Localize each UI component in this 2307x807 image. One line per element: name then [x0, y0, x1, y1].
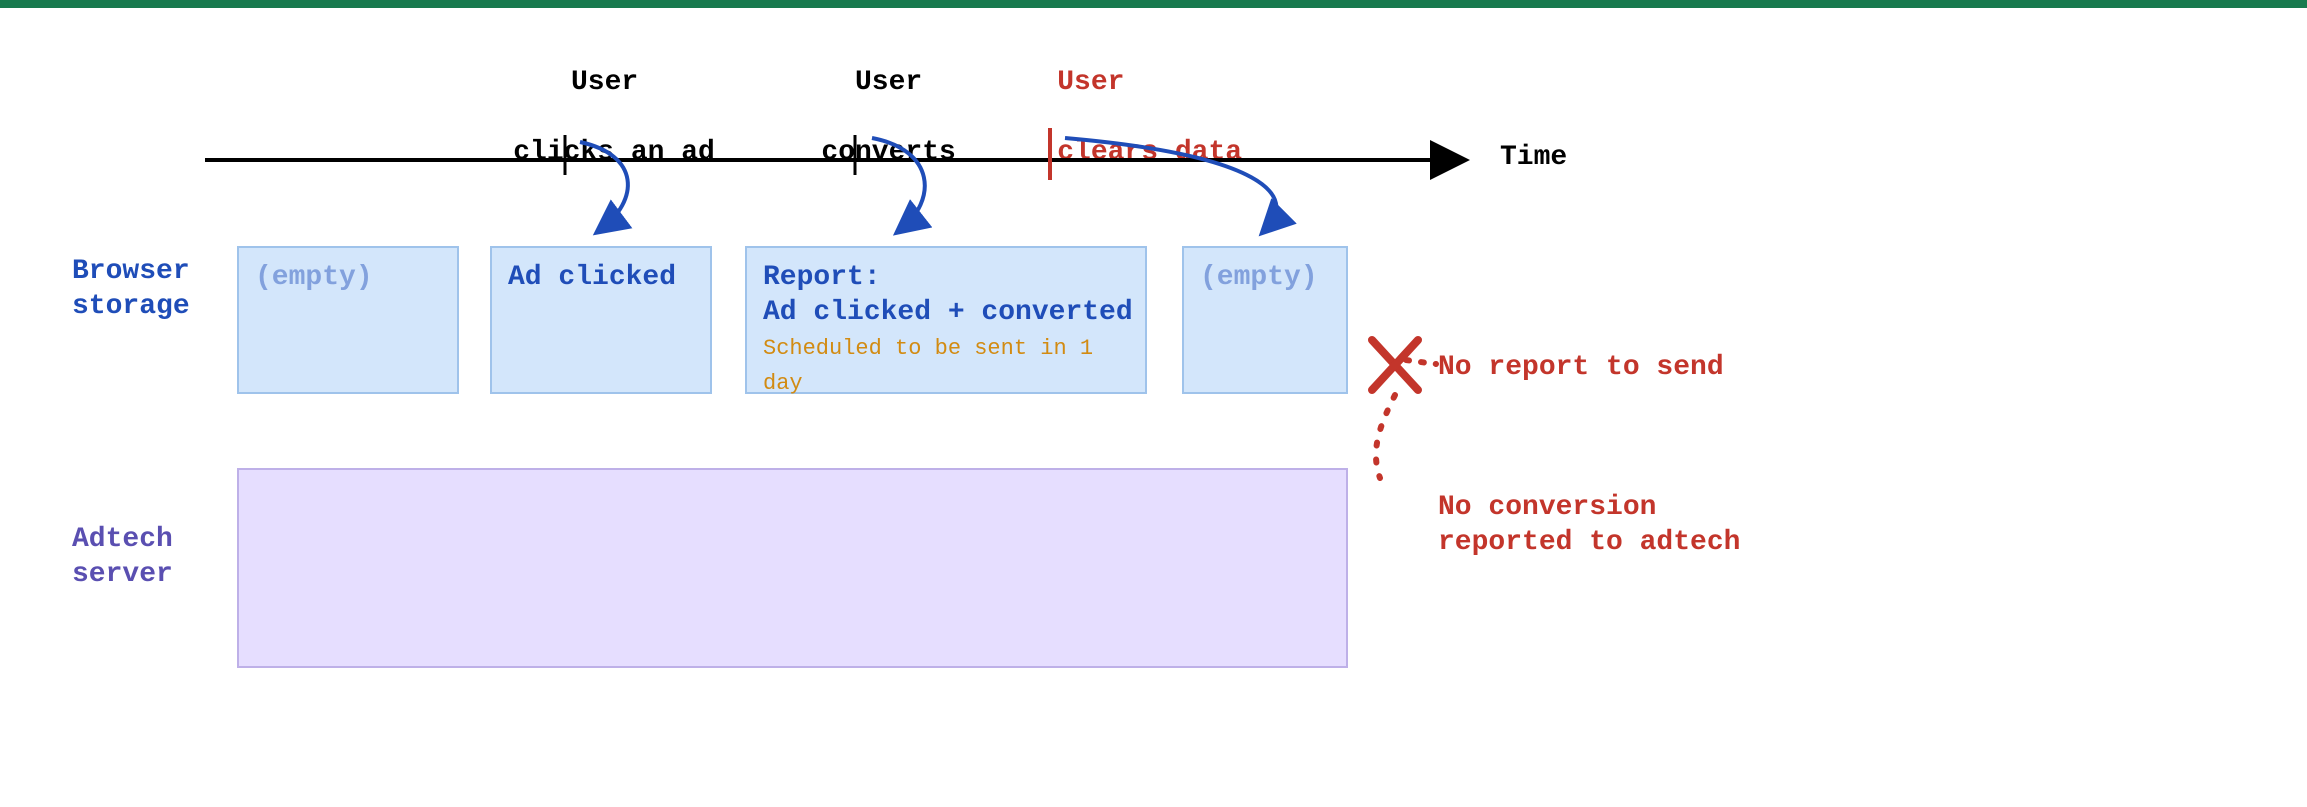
browser-box-cleared: (empty)	[1182, 246, 1348, 394]
browser-box-report-text: Report: Ad clicked + converted	[763, 262, 1133, 328]
event-clear-line2: clears data	[1057, 137, 1242, 168]
event-convert-label: User converts	[750, 30, 960, 205]
adtech-server-box	[237, 468, 1348, 668]
event-click-label: User clicks an ad	[446, 30, 696, 205]
browser-box-adclicked-text: Ad clicked	[508, 262, 676, 293]
time-axis-label: Time	[1500, 140, 1567, 175]
row-label-adtech: Adtech server	[72, 522, 173, 592]
event-clear-line1: User	[1057, 67, 1124, 98]
event-convert-line2: converts	[821, 137, 955, 168]
browser-box-initial-text: (empty)	[255, 262, 373, 293]
event-clear-label: User clears data	[990, 30, 1250, 205]
browser-box-cleared-text: (empty)	[1200, 262, 1318, 293]
event-click-line2: clicks an ad	[513, 137, 715, 168]
diagram-canvas: User clicks an ad User converts User cle…	[0, 0, 2307, 807]
event-click-line1: User	[571, 67, 638, 98]
browser-box-adclicked: Ad clicked	[490, 246, 712, 394]
outcome-no-conversion: No conversion reported to adtech	[1438, 490, 1740, 560]
outcome-no-report: No report to send	[1438, 350, 1724, 385]
row-label-browser: Browser storage	[72, 254, 190, 324]
browser-box-report-subtext: Scheduled to be sent in 1 day	[763, 336, 1093, 396]
browser-box-initial: (empty)	[237, 246, 459, 394]
page-top-strip	[0, 0, 2307, 8]
browser-box-report: Report: Ad clicked + converted Scheduled…	[745, 246, 1147, 394]
event-convert-line1: User	[855, 67, 922, 98]
